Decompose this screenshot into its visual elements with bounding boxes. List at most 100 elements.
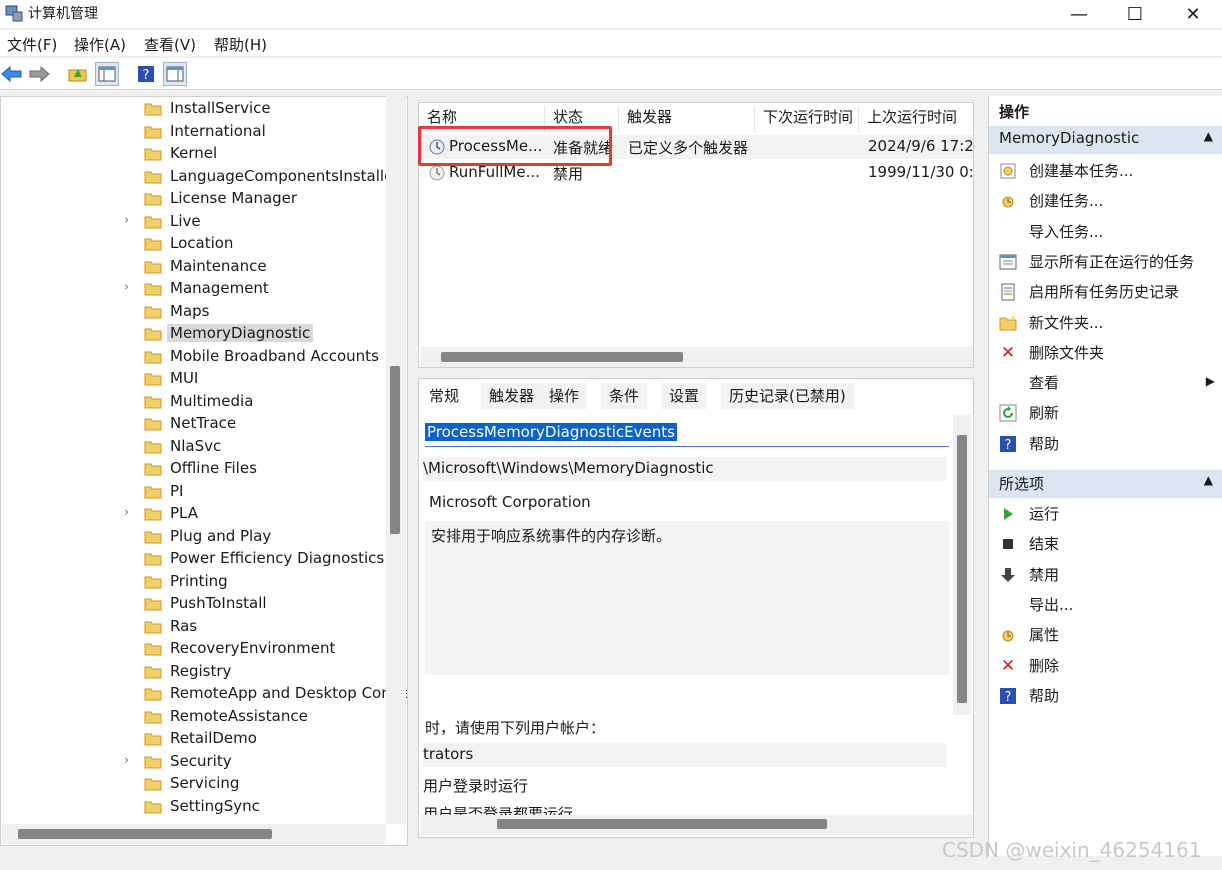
section-selected-item[interactable]: 所选项 ▲ [989, 470, 1222, 498]
tree-item[interactable]: MUI [1, 369, 391, 391]
tree-item[interactable]: › Security [1, 752, 391, 774]
column-header-next-run[interactable]: 下次运行时间 [755, 106, 859, 132]
action-item[interactable]: 新文件夹... [989, 309, 1222, 337]
action-item[interactable]: ✕ 删除文件夹 [989, 339, 1222, 367]
create-basic-task-icon [999, 162, 1017, 180]
tree-item[interactable]: Offline Files [1, 459, 391, 481]
tree-item[interactable]: › Management [1, 279, 391, 301]
tree-item[interactable]: PushToInstall [1, 594, 391, 616]
action-item[interactable]: 创建任务... [989, 187, 1222, 215]
tree-vertical-scrollbar[interactable] [386, 96, 406, 824]
action-item[interactable]: 禁用 [989, 561, 1222, 589]
tree-item[interactable]: Printing [1, 572, 391, 594]
tab-history[interactable]: 历史记录(已禁用) [721, 383, 854, 409]
minimize-button[interactable]: — [1050, 0, 1108, 28]
action-item[interactable]: 结束 [989, 530, 1222, 558]
details-vertical-scrollbar[interactable] [953, 415, 971, 715]
tree-item[interactable]: MemoryDiagnostic [1, 324, 391, 346]
tree-item[interactable]: Maintenance [1, 257, 391, 279]
show-hide-actions-icon[interactable] [163, 62, 187, 86]
tree-item[interactable]: NetTrace [1, 414, 391, 436]
expand-chevron-icon[interactable]: › [124, 213, 129, 228]
action-item[interactable]: 显示所有正在运行的任务 [989, 248, 1222, 276]
menu-help[interactable]: 帮助(H) [214, 34, 267, 55]
section-memorydiagnostic[interactable]: MemoryDiagnostic ▲ [989, 126, 1222, 154]
tree-item[interactable]: RetailDemo [1, 729, 391, 751]
tree-item-label: Maps [170, 301, 210, 320]
task-list-scrollbar-thumb[interactable] [441, 352, 683, 362]
tree-item[interactable]: RecoveryEnvironment [1, 639, 391, 661]
tree-item[interactable]: Kernel [1, 144, 391, 166]
tree-item[interactable]: Mobile Broadband Accounts [1, 347, 391, 369]
menu-file[interactable]: 文件(F) [7, 34, 57, 55]
action-item[interactable]: 导入任务... [989, 218, 1222, 246]
action-item[interactable]: 属性 [989, 621, 1222, 649]
tab-conditions[interactable]: 条件 [601, 383, 648, 409]
tree-item[interactable]: SettingSync [1, 797, 391, 819]
tree-horizontal-scrollbar[interactable] [2, 824, 386, 844]
tree-item[interactable]: InstallService [1, 99, 391, 121]
action-item[interactable]: 查看 ▶ [989, 369, 1222, 397]
menu-view[interactable]: 查看(V) [144, 34, 196, 55]
expand-chevron-icon[interactable]: › [124, 280, 129, 295]
action-item[interactable]: 运行 [989, 500, 1222, 528]
details-horizontal-scrollbar-thumb[interactable] [497, 819, 827, 829]
forward-icon[interactable] [27, 62, 51, 86]
details-vertical-scrollbar-thumb[interactable] [957, 435, 967, 703]
tree-item[interactable]: Power Efficiency Diagnostics [1, 549, 391, 571]
close-button[interactable]: ✕ [1164, 0, 1222, 28]
maximize-button[interactable]: ☐ [1106, 0, 1164, 28]
action-item[interactable]: 创建基本任务... [989, 157, 1222, 185]
tab-triggers[interactable]: 触发器 [481, 383, 543, 409]
tree-item[interactable]: › Live [1, 212, 391, 234]
run-whether-logged-on-option[interactable]: 用户是否登录都要运行 [423, 801, 947, 815]
expand-chevron-icon[interactable]: › [124, 753, 129, 768]
menu-action[interactable]: 操作(A) [74, 34, 126, 55]
tree-vertical-scrollbar-thumb[interactable] [390, 366, 400, 534]
tree-item[interactable]: International [1, 122, 391, 144]
tree-item[interactable]: Ras [1, 617, 391, 639]
details-horizontal-scrollbar[interactable] [421, 815, 973, 835]
tree-item[interactable]: Multimedia [1, 392, 391, 414]
tree-item[interactable]: License Manager [1, 189, 391, 211]
tree-item[interactable]: Servicing [1, 774, 391, 796]
tree-item[interactable]: › PLA [1, 504, 391, 526]
help-icon[interactable]: ? [134, 62, 158, 86]
tree-item[interactable]: Location [1, 234, 391, 256]
run-when-logged-on-option[interactable]: 用户登录时运行 [423, 773, 947, 797]
expand-chevron-icon[interactable]: › [124, 505, 129, 520]
action-item[interactable]: 启用所有任务历史记录 [989, 278, 1222, 306]
action-item-label: 显示所有正在运行的任务 [1029, 252, 1195, 271]
tree-horizontal-scrollbar-thumb[interactable] [18, 829, 272, 839]
tab-settings[interactable]: 设置 [661, 383, 708, 409]
tree-item[interactable]: Maps [1, 302, 391, 324]
tree-item[interactable]: Plug and Play [1, 527, 391, 549]
back-icon[interactable] [0, 62, 24, 86]
tab-actions[interactable]: 操作 [541, 383, 588, 409]
show-hide-tree-icon[interactable] [95, 62, 119, 86]
action-item[interactable]: ✕ 删除 [989, 652, 1222, 680]
action-item[interactable]: 导出... [989, 591, 1222, 619]
collapse-icon[interactable]: ▲ [1204, 129, 1213, 143]
tree-item[interactable]: PI [1, 482, 391, 504]
folder-icon [144, 305, 162, 319]
action-item[interactable]: 刷新 [989, 399, 1222, 427]
folder-icon [144, 170, 162, 184]
tree-item[interactable]: NlaSvc [1, 437, 391, 459]
up-folder-icon[interactable] [66, 62, 90, 86]
action-item-label: 启用所有任务历史记录 [1029, 283, 1180, 302]
column-header-triggers[interactable]: 触发器 [619, 106, 755, 132]
action-item[interactable]: ? 帮助 [989, 682, 1222, 710]
collapse-icon[interactable]: ▲ [1204, 473, 1213, 487]
tree-item[interactable]: LanguageComponentsInstaller [1, 167, 399, 189]
tab-general[interactable]: 常规 [421, 383, 468, 409]
task-list-horizontal-scrollbar[interactable] [421, 347, 973, 367]
column-header-last-run[interactable]: 上次运行时间 [859, 106, 973, 132]
task-name-field[interactable]: ProcessMemoryDiagnosticEvents [425, 421, 949, 447]
tree-item[interactable]: Registry [1, 662, 391, 684]
tree-item[interactable]: RemoteAssistance [1, 707, 391, 729]
tree-item[interactable]: RemoteApp and Desktop Conne [1, 684, 407, 706]
task-description-field[interactable]: 安排用于响应系统事件的内存诊断。 [425, 521, 949, 675]
tree-item-label: LanguageComponentsInstaller [170, 166, 400, 185]
action-item[interactable]: ? 帮助 [989, 430, 1222, 458]
